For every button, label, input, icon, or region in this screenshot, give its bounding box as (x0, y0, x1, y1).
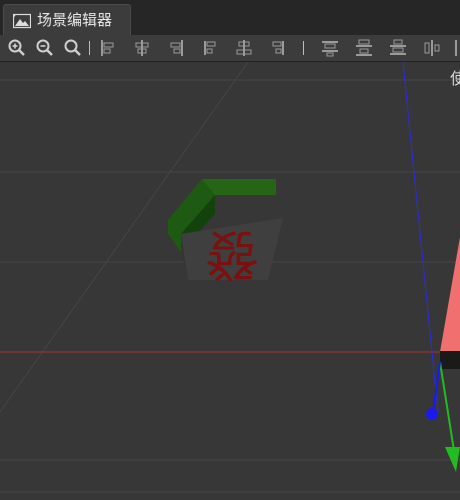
tile-glyph: 發 (205, 223, 259, 286)
align-vertical-center-icon (236, 40, 252, 56)
tab-scene-editor[interactable]: 场景编辑器 (3, 4, 131, 35)
viewport-corner-label: 使 (450, 69, 460, 88)
gizmo-z-handle[interactable] (426, 408, 438, 420)
toolbar-separator (89, 41, 90, 55)
tab-bar: 场景编辑器 (0, 0, 460, 35)
toolbar-separator (303, 41, 304, 55)
distribute-left-icon (424, 40, 440, 56)
align-right-button[interactable] (166, 38, 186, 58)
align-horizontal-center-button[interactable] (132, 38, 152, 58)
distribute-top-icon (322, 41, 338, 57)
scene-toolbar (0, 35, 460, 62)
y-axis-line (402, 62, 439, 413)
mahjong-tile-node[interactable]: 發 (168, 179, 283, 286)
tab-title: 场景编辑器 (37, 11, 113, 29)
align-vertical-center-button[interactable] (234, 38, 254, 58)
align-left-button[interactable] (98, 38, 118, 58)
distribute-vertical-center-button[interactable] (354, 38, 374, 58)
distribute-vertical-center-icon (356, 39, 372, 56)
align-bottom-icon (272, 41, 284, 55)
zoom-reset-icon (64, 39, 81, 56)
gizmo-x-handle[interactable] (440, 237, 460, 357)
align-left-icon (101, 40, 114, 56)
zoom-out-icon (36, 39, 53, 56)
scene-viewport[interactable]: 發 使 (0, 62, 460, 500)
zoom-in-button[interactable] (7, 38, 27, 58)
distribute-right-button[interactable] (452, 38, 460, 58)
zoom-out-button[interactable] (35, 38, 55, 58)
align-horizontal-center-icon (135, 40, 149, 56)
scene-image-icon (12, 13, 32, 33)
align-top-button[interactable] (200, 38, 220, 58)
scene-canvas[interactable]: 發 (0, 62, 460, 500)
distribute-right-icon (455, 40, 457, 56)
align-right-icon (170, 40, 183, 56)
distribute-bottom-icon (390, 39, 406, 55)
align-top-icon (204, 41, 216, 55)
distribute-bottom-button[interactable] (388, 38, 408, 58)
zoom-in-icon (8, 39, 25, 56)
gizmo-y-axis[interactable] (439, 361, 456, 458)
distribute-top-button[interactable] (320, 38, 340, 58)
distribute-left-button[interactable] (422, 38, 442, 58)
align-bottom-button[interactable] (268, 38, 288, 58)
zoom-reset-button[interactable] (63, 38, 83, 58)
transform-gizmo[interactable] (426, 237, 460, 472)
